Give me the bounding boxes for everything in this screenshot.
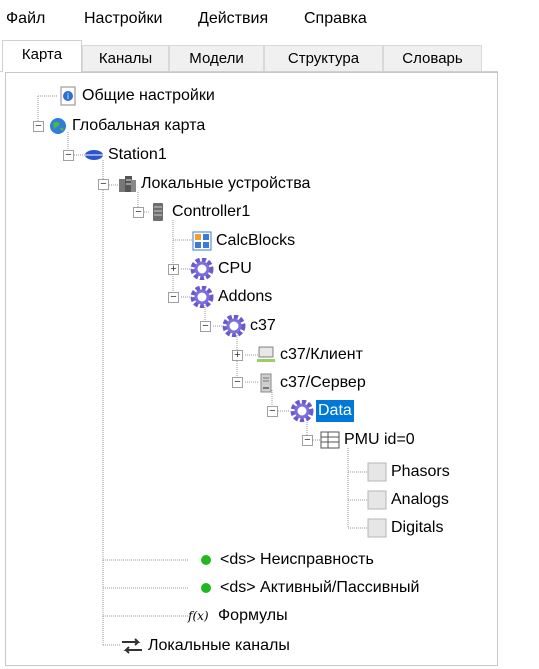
devices-icon: [117, 174, 137, 194]
station-disk-icon: [84, 145, 104, 165]
gear-icon: [190, 285, 214, 309]
tree-label: CalcBlocks: [216, 232, 296, 249]
tree-node-cpu[interactable]: CPU: [190, 256, 290, 282]
tree-label: c37: [250, 317, 276, 334]
collapse-addons[interactable]: −: [168, 292, 179, 303]
tree-label: Локальные устройства: [141, 175, 311, 192]
tree-label: Общие настройки: [82, 87, 215, 104]
tree-node-ds-fault[interactable]: <ds> Неисправность: [196, 547, 446, 573]
green-dot-icon: [196, 578, 216, 598]
tree-label: Digitals: [391, 519, 444, 536]
collapse-controller[interactable]: −: [133, 207, 144, 218]
server-tower-icon: [256, 373, 276, 393]
tree-node-local-channels[interactable]: Локальные каналы: [120, 633, 360, 659]
client-computer-icon: [256, 345, 276, 365]
tree-label: Phasors: [391, 463, 450, 480]
tree-label-selected: Data: [316, 400, 354, 422]
tree-label: CPU: [218, 260, 252, 277]
calcblocks-icon: [192, 231, 212, 251]
tab-map[interactable]: Карта: [2, 40, 82, 72]
collapse-pmu[interactable]: −: [302, 435, 313, 446]
collapse-c37-server[interactable]: −: [232, 377, 243, 388]
tree-label: c37/Сервер: [280, 374, 366, 391]
tree-label: Глобальная карта: [72, 117, 206, 134]
settings-document-icon: i: [58, 86, 78, 106]
tree-node-phasors[interactable]: Phasors: [367, 459, 487, 485]
tree-label: Station1: [108, 146, 167, 163]
tree-label: Controller1: [172, 203, 251, 220]
tree-node-digitals[interactable]: Digitals: [367, 515, 487, 541]
tree-node-pmu[interactable]: PMU id=0: [320, 427, 470, 453]
blank-page-icon: [367, 518, 387, 538]
expand-c37-client[interactable]: +: [232, 350, 243, 361]
tree-node-general-settings[interactable]: i Общие настройки: [58, 83, 278, 109]
blank-page-icon: [367, 490, 387, 510]
tree-node-c37[interactable]: c37: [222, 313, 322, 339]
tree-node-data[interactable]: Data: [290, 398, 400, 424]
blank-page-icon: [367, 462, 387, 482]
tree-node-c37-client[interactable]: c37/Клиент: [256, 342, 416, 368]
tree-label: Addons: [218, 288, 273, 305]
tree-label: <ds> Активный/Пассивный: [220, 579, 420, 596]
gear-icon: [190, 257, 214, 281]
tree-node-addons[interactable]: Addons: [190, 284, 310, 310]
green-dot-icon: [196, 550, 216, 570]
tree-label: Локальные каналы: [148, 637, 290, 654]
tree-label: Analogs: [391, 491, 449, 508]
tree-node-calcblocks[interactable]: CalcBlocks: [192, 228, 342, 254]
tree-node-local-devices[interactable]: Локальные устройства: [117, 171, 397, 197]
expand-cpu[interactable]: +: [168, 264, 179, 275]
collapse-global-map[interactable]: −: [33, 121, 44, 132]
collapse-data[interactable]: −: [267, 406, 278, 417]
tree-node-station[interactable]: Station1: [84, 142, 224, 168]
tree-node-analogs[interactable]: Analogs: [367, 487, 487, 513]
table-icon: [320, 430, 340, 450]
tree-node-ds-active-passive[interactable]: <ds> Активный/Пассивный: [196, 575, 496, 601]
collapse-station[interactable]: −: [63, 150, 74, 161]
tree-node-controller[interactable]: Controller1: [148, 199, 298, 225]
gear-icon: [290, 399, 314, 423]
tree-label: Формулы: [218, 607, 288, 624]
collapse-c37[interactable]: −: [200, 321, 211, 332]
function-icon: f(x): [188, 609, 209, 623]
gear-icon: [222, 314, 246, 338]
server-icon: [148, 202, 168, 222]
tree-node-c37-server[interactable]: c37/Сервер: [256, 370, 416, 396]
network-arrows-icon: [120, 636, 144, 656]
tree-node-global-map[interactable]: Глобальная карта: [48, 113, 268, 139]
tree-label: <ds> Неисправность: [220, 551, 374, 568]
globe-icon: [48, 116, 68, 136]
svg-text:i: i: [67, 92, 69, 101]
tree-label: PMU id=0: [344, 431, 415, 448]
collapse-local-devices[interactable]: −: [98, 179, 109, 190]
tree-label: c37/Клиент: [280, 346, 363, 363]
tree-node-formulas[interactable]: f(x) Формулы: [188, 603, 338, 629]
